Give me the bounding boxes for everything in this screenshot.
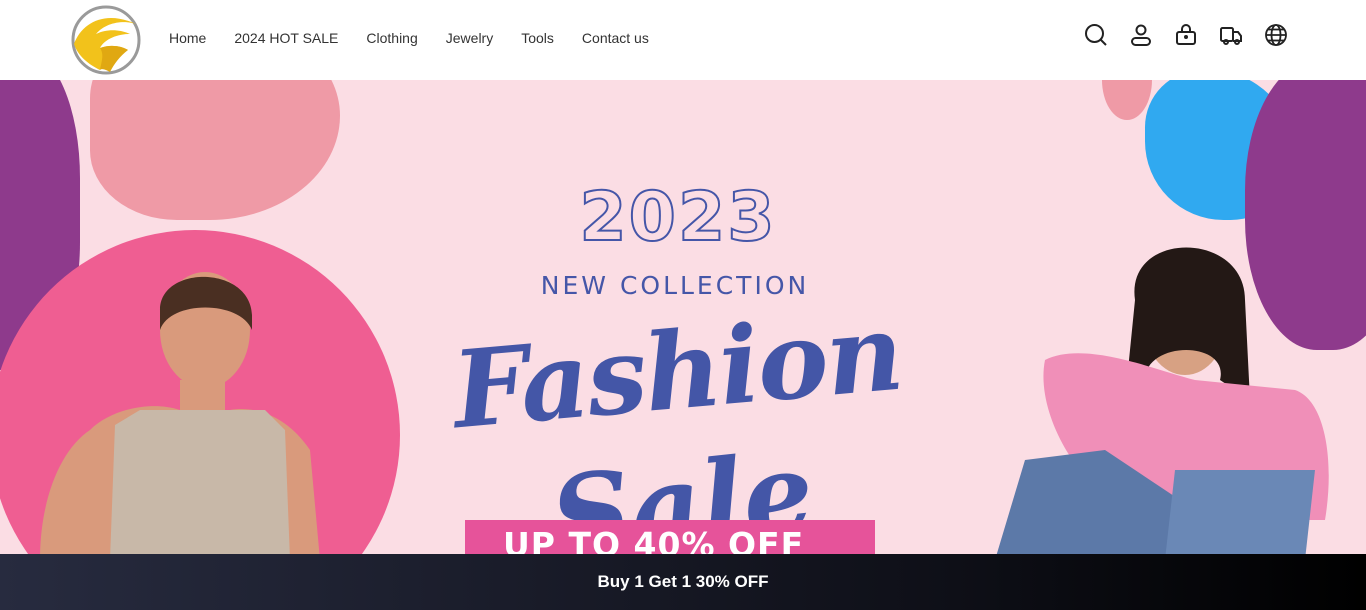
header-actions	[1084, 22, 1288, 48]
nav-hot-sale[interactable]: 2024 HOT SALE	[234, 29, 338, 47]
nav-contact-us[interactable]: Contact us	[582, 29, 649, 47]
site-header: Home 2024 HOT SALE Clothing Jewelry Tool…	[0, 0, 1366, 80]
nav-jewelry[interactable]: Jewelry	[446, 29, 493, 47]
nav-clothing[interactable]: Clothing	[366, 29, 417, 47]
search-icon[interactable]	[1084, 22, 1108, 48]
nav-home[interactable]: Home	[169, 29, 206, 47]
decorative-blob-salmon	[90, 80, 340, 220]
offer-text: UP TO 40% OFF	[503, 525, 805, 554]
promo-bar[interactable]: Buy 1 Get 1 30% OFF	[0, 554, 1366, 610]
model-left-figure	[40, 272, 320, 554]
banner-headline-fashion: Fashion	[447, 288, 907, 453]
banner-subtitle: NEW COLLECTION	[540, 271, 810, 300]
model-right-figure	[996, 247, 1329, 554]
cart-icon[interactable]	[1174, 22, 1198, 48]
main-nav: Home 2024 HOT SALE Clothing Jewelry Tool…	[169, 29, 677, 47]
hero-banner[interactable]: 2023 NEW COLLECTION Fashion Sale	[0, 80, 1366, 554]
track-order-icon[interactable]	[1219, 22, 1243, 48]
account-icon[interactable]	[1129, 22, 1153, 48]
banner-year: 2023	[578, 177, 777, 258]
nav-tools[interactable]: Tools	[521, 29, 554, 47]
offer-badge: UP TO 40% OFF	[465, 520, 875, 554]
language-icon[interactable]	[1264, 22, 1288, 48]
promo-text: Buy 1 Get 1 30% OFF	[597, 572, 769, 591]
decorative-blob-salmon-right	[1102, 80, 1152, 120]
brand-logo[interactable]	[70, 4, 142, 76]
